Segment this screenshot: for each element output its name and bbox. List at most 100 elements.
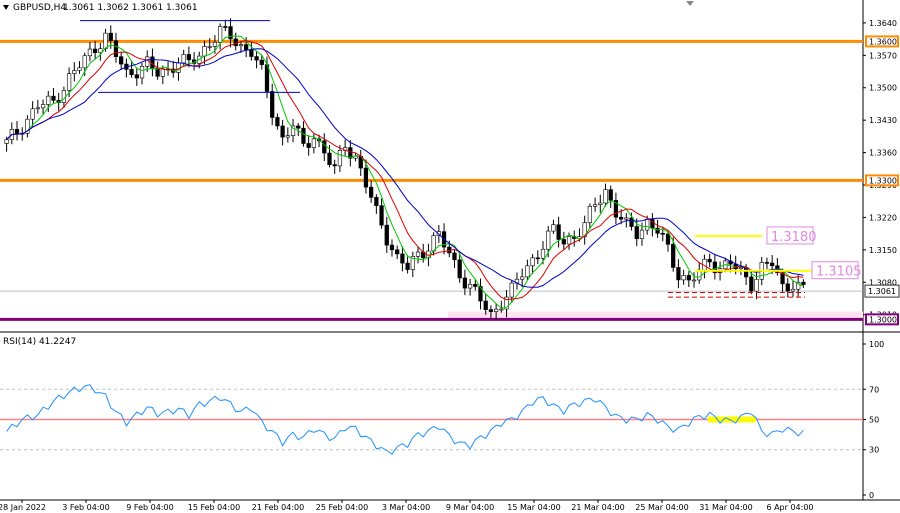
chart-svg: 1.36401.35701.35001.34301.33601.32901.32… [0,0,900,512]
candle-body [520,276,525,280]
candle-body [98,48,103,54]
candle-body [119,56,124,65]
rsi-tick-label: 0 [869,491,874,500]
level-tag-label: 1.3600 [869,37,897,46]
candle-body [337,149,343,167]
candle-body [30,108,35,120]
candle-body [488,309,494,312]
annotation-label: 1.3180 [771,230,817,245]
candle-body [374,197,379,206]
candle-body [473,283,478,287]
candle-body [457,259,462,279]
candle-body [212,41,218,47]
candle-body [249,49,254,57]
candle-body [379,205,384,226]
candle-body [233,38,238,47]
candle-body [494,308,499,312]
candle-body [629,217,634,227]
time-tick-label: 9 Feb 04:00 [126,503,173,512]
candle-body [499,308,504,311]
candle-body [608,189,613,201]
candle-body [785,283,790,292]
candle-body [566,236,572,245]
time-tick-label: 9 Mar 04:00 [446,503,494,512]
candle-body [14,129,20,134]
candle-body [306,143,311,148]
candle-body [280,125,285,138]
candle-body [561,239,566,245]
candle-body [46,95,51,105]
candle-body [40,104,46,109]
candle-body [228,26,233,40]
time-tick-label: 21 Mar 04:00 [571,503,624,512]
candle-body [129,69,134,76]
candle-body [301,127,306,144]
candle-body [624,217,629,220]
candle-body [363,167,369,188]
candle-body [139,65,145,79]
rsi-tick-label: 100 [869,340,884,349]
candle-body [108,32,113,41]
candle-body [655,227,660,234]
candle-body [61,90,67,103]
rsi-tick-label: 70 [869,385,879,394]
candle-body [540,248,546,259]
candle-body [4,139,9,144]
candle-body [270,91,275,118]
time-tick-label: 15 Feb 04:00 [188,503,240,512]
candle-body [551,224,556,232]
candle-body [681,275,686,281]
candle-body [186,54,191,61]
candle-body [452,252,457,261]
candle-body [598,202,603,205]
candle-body [509,282,514,298]
time-tick-label: 6 Apr 04:00 [766,503,813,512]
candle-body [770,262,775,267]
candle-body [395,249,400,255]
candle-body [415,251,421,257]
candle-body [296,125,301,129]
candle-body [223,26,228,28]
time-tick-label: 28 Jan 2022 [0,503,46,512]
candle-body [754,278,759,292]
candle-body [592,204,598,207]
candle-body [665,233,671,245]
candle-body [764,262,770,264]
candle-body [285,135,290,138]
candle-body [369,186,374,198]
candle-body [707,258,712,263]
candle-body [51,95,56,101]
candle-body [311,138,316,148]
candle-body [160,68,165,77]
candle-body [535,257,540,260]
time-tick-label: 15 Mar 04:00 [507,503,560,512]
candle-body [676,267,681,281]
candle-body [259,59,264,65]
candle-body [327,152,332,165]
price-tick-label: 1.3570 [869,51,897,60]
candle-body [525,265,530,278]
candle-body [254,56,259,61]
current-price-label: 1.3061 [868,287,896,296]
candle-body [238,44,244,47]
candle-body [103,32,108,50]
candle-body [389,244,395,251]
level-tag-label: 1.3000 [869,315,897,324]
time-tick-label: 25 Feb 04:00 [316,503,368,512]
level-tag-label: 1.3300 [869,176,897,185]
candle-body [749,276,754,292]
candle-body [244,44,249,50]
candle-body [77,67,82,71]
candle-body [113,40,119,57]
candle-body [87,48,93,57]
candle-body [93,48,98,54]
candle-body [587,206,592,223]
candle-body [645,219,650,231]
candle-body [671,243,676,268]
candle-body [467,283,473,289]
candle-body [275,117,280,127]
time-tick-label: 3 Mar 04:00 [382,503,430,512]
price-tick-label: 1.3220 [869,213,897,222]
candle-body [82,55,87,69]
candle-body [619,216,624,220]
